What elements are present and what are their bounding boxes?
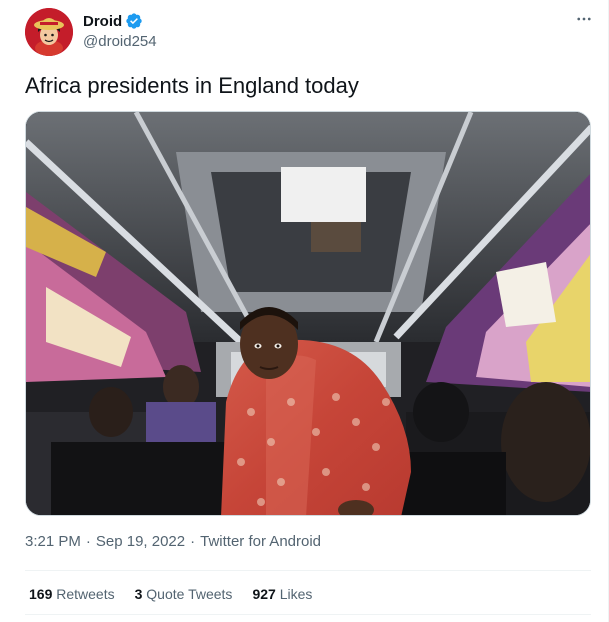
- tweet-date[interactable]: Sep 19, 2022: [96, 533, 185, 550]
- retweets-label: Retweets: [56, 586, 115, 602]
- avatar[interactable]: [25, 8, 73, 56]
- likes-count: 927: [252, 586, 276, 602]
- quote-tweets-label: Quote Tweets: [146, 586, 233, 602]
- tweet-time[interactable]: 3:21 PM: [25, 533, 81, 550]
- tweet-stats: 169 Retweets 3 Quote Tweets 927 Likes: [29, 586, 332, 602]
- anime-avatar-icon: [25, 8, 73, 56]
- tweet-text: Africa presidents in England today: [25, 73, 359, 98]
- retweets-stat[interactable]: 169 Retweets: [29, 586, 115, 602]
- divider: [25, 614, 591, 615]
- tweet-meta: 3:21 PM · Sep 19, 2022 · Twitter for And…: [25, 533, 321, 550]
- tweet-media-photo[interactable]: [25, 111, 591, 516]
- author-names: Droid @droid254: [83, 11, 157, 51]
- quote-tweets-stat[interactable]: 3 Quote Tweets: [135, 586, 233, 602]
- display-name[interactable]: Droid: [83, 13, 122, 30]
- quote-tweets-count: 3: [134, 586, 143, 602]
- meta-separator: ·: [190, 533, 196, 550]
- meta-separator: ·: [85, 533, 91, 550]
- tweet-source[interactable]: Twitter for Android: [200, 533, 321, 550]
- more-options-button[interactable]: [573, 8, 595, 30]
- divider: [25, 570, 591, 571]
- tweet-header: Droid @droid254: [25, 6, 595, 56]
- author-handle[interactable]: @droid254: [83, 33, 157, 50]
- verified-badge-icon: [126, 13, 142, 29]
- bus-interior-photo-icon: [26, 112, 590, 515]
- tweet-card: Droid @droid254 Africa presidents in Eng…: [0, 0, 609, 622]
- display-name-row: Droid: [83, 11, 157, 31]
- likes-stat[interactable]: 927 Likes: [252, 586, 312, 602]
- retweets-count: 169: [29, 586, 53, 602]
- more-options-icon: [577, 17, 591, 21]
- likes-label: Likes: [279, 586, 313, 602]
